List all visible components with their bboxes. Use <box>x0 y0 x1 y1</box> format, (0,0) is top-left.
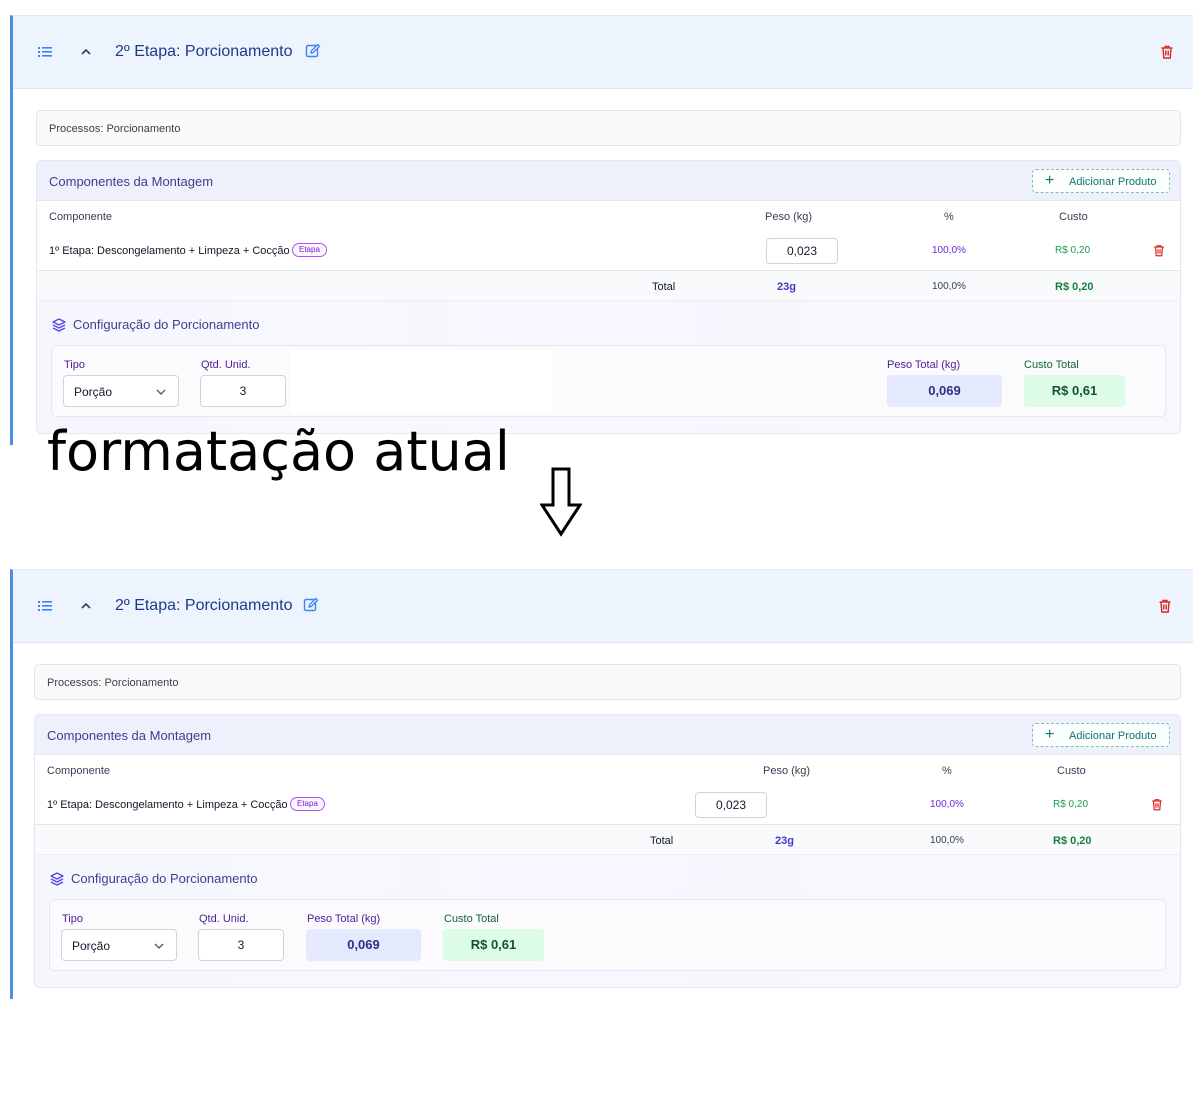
list-icon[interactable] <box>38 45 54 59</box>
qtd-label: Qtd. Unid. <box>199 913 249 925</box>
peso-input[interactable]: 0,023 <box>695 792 767 818</box>
components-section: Componentes da Montagem + Adicionar Prod… <box>34 714 1181 988</box>
tipo-select[interactable]: Porção <box>63 375 179 407</box>
trash-icon[interactable] <box>1150 797 1164 812</box>
total-cost: R$ 0,20 <box>1053 835 1092 847</box>
annotation-text: formatação atual <box>47 420 510 483</box>
layers-icon <box>52 318 66 332</box>
total-row: Total 23g 100,0% R$ 0,20 <box>37 271 1180 301</box>
arrow-down-icon <box>540 467 582 537</box>
add-product-label: Adicionar Produto <box>1069 730 1157 742</box>
table-header: Componente Peso (kg) % Custo <box>35 755 1180 785</box>
qtd-label: Qtd. Unid. <box>201 359 251 371</box>
list-icon[interactable] <box>38 599 54 613</box>
plus-icon: + <box>1045 172 1055 189</box>
total-label: Total <box>652 281 676 293</box>
config-title: Configuração do Porcionamento <box>71 871 258 886</box>
total-row: Total 23g 100,0% R$ 0,20 <box>35 825 1180 855</box>
config-panel: Tipo Porção Qtd. Unid. 3 Peso Total (kg)… <box>51 345 1166 417</box>
custo-total-value: R$ 0,61 <box>443 929 544 961</box>
col-componente: Componente <box>49 211 112 223</box>
tipo-label: Tipo <box>64 359 85 371</box>
chevron-up-icon[interactable] <box>79 599 93 613</box>
tipo-value: Porção <box>74 385 113 399</box>
components-title: Componentes da Montagem <box>49 174 214 189</box>
tipo-select[interactable]: Porção <box>61 929 177 961</box>
col-custo: Custo <box>1059 211 1088 223</box>
peso-total-value: 0,069 <box>306 929 421 961</box>
plus-icon: + <box>1045 726 1055 743</box>
edit-icon[interactable] <box>303 597 319 613</box>
total-peso: 23g <box>777 281 796 293</box>
col-pct: % <box>942 765 952 777</box>
stage-card-current: 2º Etapa: Porcionamento Processos: Porci… <box>10 15 1193 445</box>
col-pct: % <box>944 211 954 223</box>
total-label: Total <box>650 835 674 847</box>
pct-value: 100,0% <box>930 799 964 810</box>
components-header: Componentes da Montagem + Adicionar Prod… <box>35 715 1180 755</box>
stage-title: 2º Etapa: Porcionamento <box>115 43 293 60</box>
trash-icon[interactable] <box>1157 598 1173 614</box>
custo-total-label: Custo Total <box>444 913 499 925</box>
total-pct: 100,0% <box>930 835 964 846</box>
components-header: Componentes da Montagem + Adicionar Prod… <box>37 161 1180 201</box>
config-panel: Tipo Porção Qtd. Unid. 3 Peso Total (kg)… <box>49 899 1166 971</box>
table-row: 1º Etapa: Descongelamento + Limpeza + Co… <box>35 785 1180 825</box>
etapa-badge: Etapa <box>290 797 325 811</box>
chevron-down-icon <box>156 389 166 395</box>
peso-input[interactable]: 0,023 <box>766 238 838 264</box>
stage-title: 2º Etapa: Porcionamento <box>115 597 293 614</box>
qtd-input[interactable]: 3 <box>200 375 286 407</box>
tipo-label: Tipo <box>62 913 83 925</box>
total-cost: R$ 0,20 <box>1055 281 1094 293</box>
pct-value: 100,0% <box>932 245 966 256</box>
add-product-button[interactable]: + Adicionar Produto <box>1032 169 1170 193</box>
add-product-label: Adicionar Produto <box>1069 176 1157 188</box>
stage-header: 2º Etapa: Porcionamento <box>13 570 1193 643</box>
total-pct: 100,0% <box>932 281 966 292</box>
layers-icon <box>50 872 64 886</box>
trash-icon[interactable] <box>1152 243 1166 258</box>
col-custo: Custo <box>1057 765 1086 777</box>
qtd-input[interactable]: 3 <box>198 929 284 961</box>
add-product-button[interactable]: + Adicionar Produto <box>1032 723 1170 747</box>
total-peso: 23g <box>775 835 794 847</box>
edit-icon[interactable] <box>305 43 321 59</box>
component-name: 1º Etapa: Descongelamento + Limpeza + Co… <box>49 245 290 257</box>
component-name: 1º Etapa: Descongelamento + Limpeza + Co… <box>47 799 288 811</box>
cost-value: R$ 0,20 <box>1053 799 1089 810</box>
table-row: 1º Etapa: Descongelamento + Limpeza + Co… <box>37 231 1180 271</box>
processos-field: Processos: Porcionamento <box>36 110 1181 146</box>
chevron-down-icon <box>154 943 164 949</box>
stage-card-proposed: 2º Etapa: Porcionamento Processos: Porci… <box>10 569 1193 999</box>
etapa-badge: Etapa <box>292 243 327 257</box>
peso-total-label: Peso Total (kg) <box>307 913 381 925</box>
trash-icon[interactable] <box>1159 44 1175 60</box>
config-title: Configuração do Porcionamento <box>73 317 260 332</box>
custo-total-label: Custo Total <box>1024 359 1079 371</box>
col-peso: Peso (kg) <box>765 211 813 223</box>
chevron-up-icon[interactable] <box>79 45 93 59</box>
processos-field: Processos: Porcionamento <box>34 664 1181 700</box>
cost-value: R$ 0,20 <box>1055 245 1091 256</box>
peso-total-value: 0,069 <box>887 375 1002 407</box>
col-peso: Peso (kg) <box>763 765 811 777</box>
blank-area <box>290 350 553 414</box>
tipo-value: Porção <box>72 939 111 953</box>
custo-total-value: R$ 0,61 <box>1024 375 1125 407</box>
peso-total-label: Peso Total (kg) <box>887 359 961 371</box>
components-section: Componentes da Montagem + Adicionar Prod… <box>36 160 1181 434</box>
components-title: Componentes da Montagem <box>47 728 212 743</box>
table-header: Componente Peso (kg) % Custo <box>37 201 1180 231</box>
col-componente: Componente <box>47 765 110 777</box>
stage-header: 2º Etapa: Porcionamento <box>13 16 1193 89</box>
